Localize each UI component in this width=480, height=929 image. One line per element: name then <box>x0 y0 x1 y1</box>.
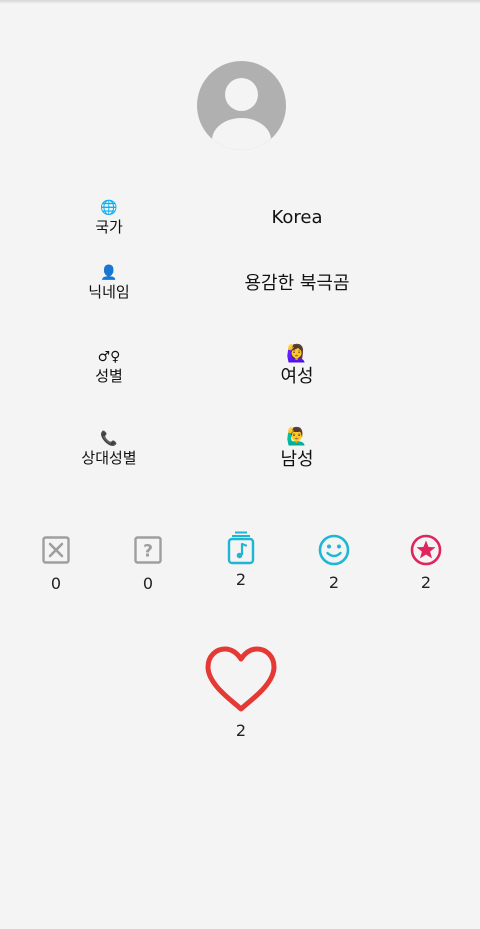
music-note-stack-icon <box>227 531 255 565</box>
question-count: 0 <box>142 574 154 593</box>
partner-gender-value-text: 남성 <box>280 449 314 470</box>
nickname-value: 용감한 북극곰 <box>244 273 350 294</box>
avatar[interactable] <box>197 61 286 150</box>
woman-raising-hand-icon: 🙋‍♀️ <box>286 344 308 364</box>
gender-value: 🙋‍♀️ 여성 <box>216 343 378 389</box>
heart-outline-icon <box>205 646 277 712</box>
globe-icon: 🌐 <box>100 200 118 216</box>
close-count: 0 <box>50 574 62 593</box>
close-box-icon <box>42 536 70 564</box>
gender-label-text: 성별 <box>95 367 123 385</box>
partner-gender-label-text: 상대성별 <box>81 449 137 467</box>
question-box-icon: ? <box>134 536 162 564</box>
smiley-icon <box>318 534 350 566</box>
stat-question[interactable]: ? 0 <box>123 535 173 594</box>
like-count: 2 <box>235 721 247 740</box>
partner-gender-value: 🙋‍♂️ 남성 <box>216 426 378 472</box>
avatar-body-shape <box>212 118 271 150</box>
phone-icon: 📞 <box>100 431 118 447</box>
smiley-count: 2 <box>328 573 340 592</box>
svg-text:?: ? <box>143 542 153 562</box>
status-shadow <box>0 0 480 4</box>
stat-star[interactable]: 2 <box>401 534 451 593</box>
stat-smiley[interactable]: 2 <box>309 534 359 593</box>
country-value: Korea <box>271 207 323 228</box>
avatar-head-shape <box>225 78 258 111</box>
gender-symbols-icon: ♂♀ <box>97 349 121 365</box>
stat-close[interactable]: 0 <box>31 535 81 594</box>
music-count: 2 <box>235 570 247 589</box>
star-count: 2 <box>420 573 432 592</box>
nickname-label: 👤 닉네임 <box>60 264 158 302</box>
stat-music[interactable]: 2 <box>216 531 266 590</box>
person-icon: 👤 <box>100 265 118 281</box>
man-raising-hand-icon: 🙋‍♂️ <box>286 427 308 447</box>
gender-label: ♂♀ 성별 <box>60 348 158 386</box>
star-circle-icon <box>410 534 442 566</box>
country-label-text: 국가 <box>95 218 123 236</box>
nickname-label-text: 닉네임 <box>88 283 130 301</box>
country-label: 🌐 국가 <box>60 199 158 237</box>
gender-value-text: 여성 <box>280 366 314 387</box>
like-button[interactable]: 2 <box>201 645 281 741</box>
partner-gender-label: 📞 상대성별 <box>60 430 158 468</box>
